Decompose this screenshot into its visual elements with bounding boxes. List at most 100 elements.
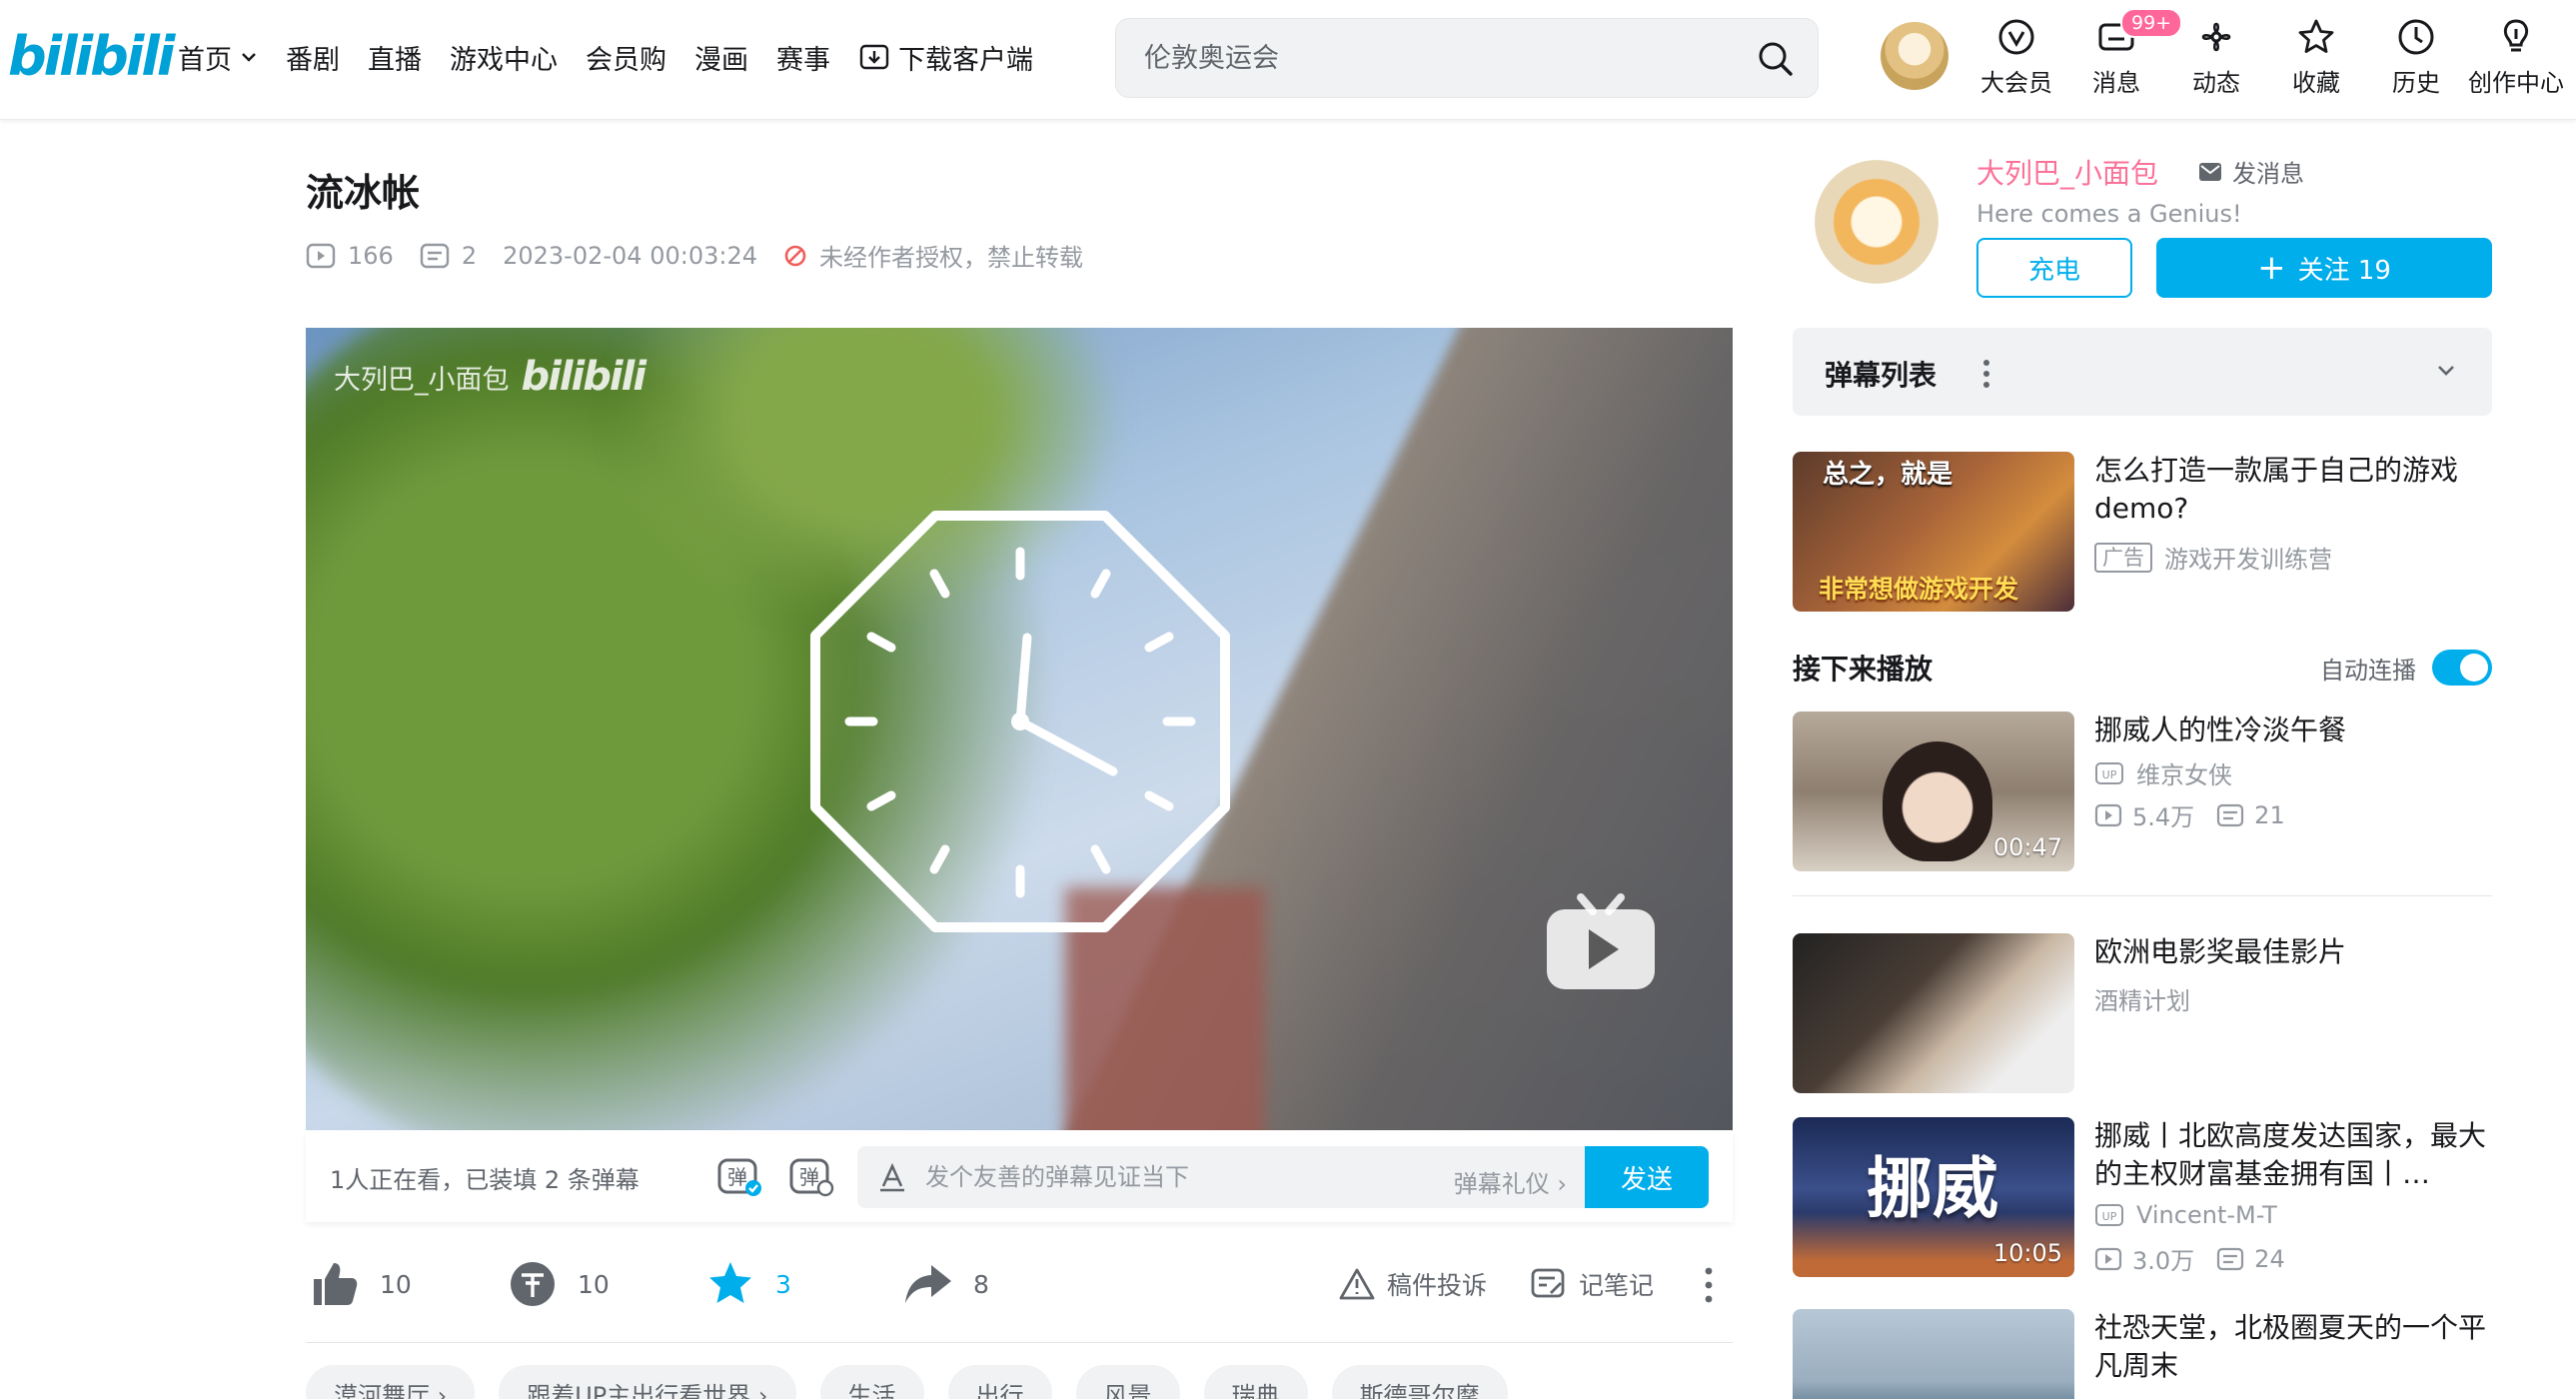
view-count: 166 xyxy=(306,242,394,270)
rec-thumbnail[interactable] xyxy=(1793,1309,2074,1399)
watermark-logo: bilibili xyxy=(521,354,647,400)
svg-text:UP: UP xyxy=(2102,1210,2117,1223)
danmaku-icon xyxy=(420,243,450,268)
report-button[interactable]: 稿件投诉 xyxy=(1339,1247,1487,1321)
rec-thumbnail[interactable]: 00:47 xyxy=(1793,711,2074,871)
user-avatar[interactable] xyxy=(1881,22,1948,90)
ad-card[interactable]: 总之，就是 非常想做游戏开发 怎么打造一款属于自己的游戏demo? 广告 游戏开… xyxy=(1793,452,2492,612)
action-message[interactable]: 99+ 消息 xyxy=(2066,0,2183,114)
danmaku-toggle-icon[interactable]: 弹 xyxy=(715,1154,763,1198)
like-count: 10 xyxy=(380,1269,412,1299)
nav-esports[interactable]: 赛事 xyxy=(776,38,830,77)
tag-item[interactable]: 瑞典 xyxy=(1203,1365,1308,1399)
main-nav: 首页 番剧 直播 游戏中心 会员购 漫画 赛事 下载客户端 xyxy=(178,0,1061,114)
bilibili-logo[interactable]: bilibili xyxy=(8,26,175,88)
watermark-name: 大列巴_小面包 xyxy=(334,364,510,396)
tag-item[interactable]: 风景 xyxy=(1075,1365,1180,1399)
rec-thumbnail[interactable]: 挪威 10:05 xyxy=(1793,1117,2074,1277)
tag-item[interactable]: 漠河舞厅 › xyxy=(306,1365,476,1399)
copyright-notice: 未经作者授权，禁止转载 xyxy=(783,238,1083,273)
share-button[interactable]: 8 xyxy=(903,1247,989,1321)
chevron-down-icon[interactable] xyxy=(2434,358,2458,382)
ad-source-name[interactable]: 游戏开发训练营 xyxy=(2164,540,2332,575)
action-dynamic[interactable]: 动态 xyxy=(2166,0,2266,114)
rec-uploader-name: Vincent-M-T xyxy=(2136,1201,2277,1229)
recommendation-card[interactable]: 00:47 挪威人的性冷淡午餐 UP 维京女侠 5.4万 21 xyxy=(1793,711,2492,871)
action-creator-center[interactable]: 创作中心 xyxy=(2466,0,2566,114)
video-player[interactable]: 大列巴_小面包 bilibili xyxy=(306,328,1733,1130)
nav-live[interactable]: 直播 xyxy=(368,38,422,77)
recommendation-card[interactable]: 挪威 10:05 挪威丨北欧高度发达国家，最大的主权财富基金拥有国丨… UP V… xyxy=(1793,1117,2492,1277)
nav-mall[interactable]: 会员购 xyxy=(586,38,666,77)
chevron-down-icon xyxy=(242,53,256,62)
danmaku-settings-icon[interactable]: 弹 xyxy=(787,1154,835,1198)
rec-title[interactable]: 欧洲电影奖最佳影片 xyxy=(2094,933,2494,971)
rec-uploader[interactable]: UP Vincent-M-T xyxy=(2094,1201,2277,1229)
play-count-icon xyxy=(2094,1247,2122,1270)
ad-title[interactable]: 怎么打造一款属于自己的游戏demo? xyxy=(2094,452,2494,528)
rec-uploader[interactable]: UP 维京女侠 xyxy=(2094,755,2232,790)
uploader-sign: Here comes a Genius! xyxy=(1976,200,2242,228)
send-message-label: 发消息 xyxy=(2232,160,2304,188)
recommendation-card[interactable]: 欧洲电影奖最佳影片 酒精计划 xyxy=(1793,933,2492,1093)
share-count: 8 xyxy=(973,1269,989,1299)
uploader-name[interactable]: 大列巴_小面包 xyxy=(1976,152,2158,192)
text-style-icon[interactable] xyxy=(877,1162,907,1192)
danmaku-list-title: 弹幕列表 xyxy=(1825,359,1937,392)
tag-item[interactable]: 出行 xyxy=(947,1365,1052,1399)
ad-label: 广告 xyxy=(2094,542,2152,573)
action-history[interactable]: 历史 xyxy=(2366,0,2466,114)
danmaku-input[interactable] xyxy=(925,1146,1405,1208)
nav-game-center[interactable]: 游戏中心 xyxy=(450,38,558,77)
danmaku-count: 2 xyxy=(420,242,477,270)
like-button[interactable]: 10 xyxy=(310,1247,412,1321)
danmaku-etiquette-link[interactable]: 弹幕礼仪 › xyxy=(1454,1164,1567,1199)
more-vertical-icon[interactable] xyxy=(1701,1265,1717,1305)
nav-home[interactable]: 首页 xyxy=(178,38,258,77)
up-icon: UP xyxy=(2095,761,2123,784)
ad-thumb-text-top: 总之，就是 xyxy=(1823,460,1953,490)
rec-title[interactable]: 挪威丨北欧高度发达国家，最大的主权财富基金拥有国丨… xyxy=(2094,1117,2494,1193)
tag-item[interactable]: 斯德哥尔摩 xyxy=(1331,1365,1508,1399)
coin-count: 10 xyxy=(578,1269,610,1299)
action-favorites[interactable]: 收藏 xyxy=(2266,0,2366,114)
play-button-icon[interactable] xyxy=(1543,887,1659,993)
send-message-link[interactable]: 发消息 xyxy=(2198,154,2304,189)
play-count-icon xyxy=(2094,803,2122,826)
nav-anime[interactable]: 番剧 xyxy=(286,38,340,77)
more-vertical-icon[interactable] xyxy=(1980,358,1992,390)
autoplay-toggle[interactable] xyxy=(2432,650,2492,686)
rec-title[interactable]: 挪威人的性冷淡午餐 xyxy=(2094,711,2494,749)
action-vip[interactable]: 大会员 xyxy=(1966,0,2066,114)
tag-item[interactable]: 生活 xyxy=(819,1365,924,1399)
dynamic-icon xyxy=(2201,22,2231,51)
rec-title[interactable]: 社恐天堂，北极圈夏天的一个平凡周末 xyxy=(2094,1309,2492,1385)
danmaku-list-panel[interactable]: 弹幕列表 xyxy=(1793,328,2492,416)
notes-button[interactable]: 记笔记 xyxy=(1531,1247,1654,1321)
charge-button[interactable]: 充电 xyxy=(1976,238,2132,298)
search-input[interactable] xyxy=(1144,19,1744,97)
follow-label: 关注 19 xyxy=(2297,255,2391,286)
video-toolbar: 10 10 3 8 稿件投诉 记笔记 xyxy=(306,1247,1733,1343)
viewer-count-text: 1人正在看，已装填 2 条弹幕 xyxy=(330,1166,640,1194)
ad-source: 广告 游戏开发训练营 xyxy=(2094,540,2332,575)
nav-manga[interactable]: 漫画 xyxy=(694,38,748,77)
rec-thumbnail[interactable] xyxy=(1793,933,2074,1093)
recommendation-card[interactable]: 社恐天堂，北极圈夏天的一个平凡周末 xyxy=(1793,1309,2492,1399)
uploader-avatar[interactable] xyxy=(1815,160,1938,284)
nav-download-client[interactable]: 下载客户端 xyxy=(858,38,1033,77)
rec-uploader[interactable]: 酒精计划 xyxy=(2094,981,2190,1016)
danmaku-bar: 1人正在看，已装填 2 条弹幕 弹 弹 弹幕礼仪 › 发送 xyxy=(306,1130,1733,1222)
plus-icon: + xyxy=(2257,248,2286,288)
bulb-icon xyxy=(2503,18,2529,51)
follow-button[interactable]: + 关注 19 xyxy=(2156,238,2492,298)
favorite-button[interactable]: 3 xyxy=(705,1247,791,1321)
coin-button[interactable]: 10 xyxy=(508,1247,610,1321)
ad-thumbnail[interactable]: 总之，就是 非常想做游戏开发 xyxy=(1793,452,2074,612)
action-message-label: 消息 xyxy=(2092,68,2140,97)
tag-list: 漠河舞厅 › 跟着UP主出行看世界 › 生活 出行 风景 瑞典 斯德哥尔摩 xyxy=(306,1365,1532,1399)
tag-item[interactable]: 跟着UP主出行看世界 › xyxy=(499,1365,796,1399)
star-icon xyxy=(2298,19,2334,53)
send-danmaku-button[interactable]: 发送 xyxy=(1585,1146,1709,1208)
search-icon[interactable] xyxy=(1756,39,1796,79)
